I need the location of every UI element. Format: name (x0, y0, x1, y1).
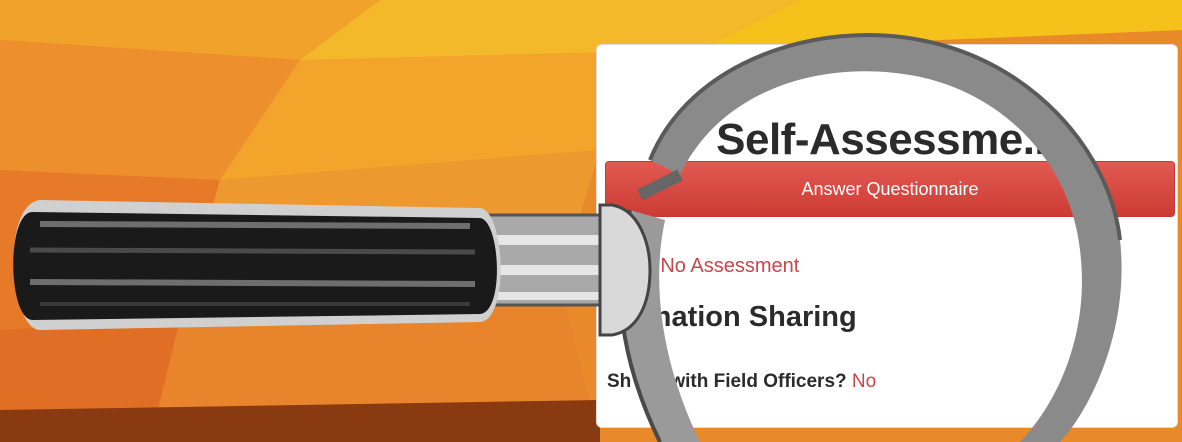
answer-questionnaire-button[interactable]: Answer Questionnaire (605, 161, 1175, 217)
status-value: No Assessment (660, 255, 800, 277)
sharing-value: No (851, 371, 877, 392)
information-sharing-heading: formation Sharing (607, 301, 857, 333)
status-line: atus: No Assessment (607, 255, 799, 278)
self-assessment-panel: Self-Assessme... Answer Questionnaire at… (596, 44, 1178, 428)
status-label: atus: (607, 255, 655, 277)
sharing-line: Sh ing with Field Officers? No (607, 371, 876, 393)
sharing-label: Sh ing with Field Officers? (607, 371, 847, 392)
panel-title: Self-Assessme... (716, 115, 1058, 164)
